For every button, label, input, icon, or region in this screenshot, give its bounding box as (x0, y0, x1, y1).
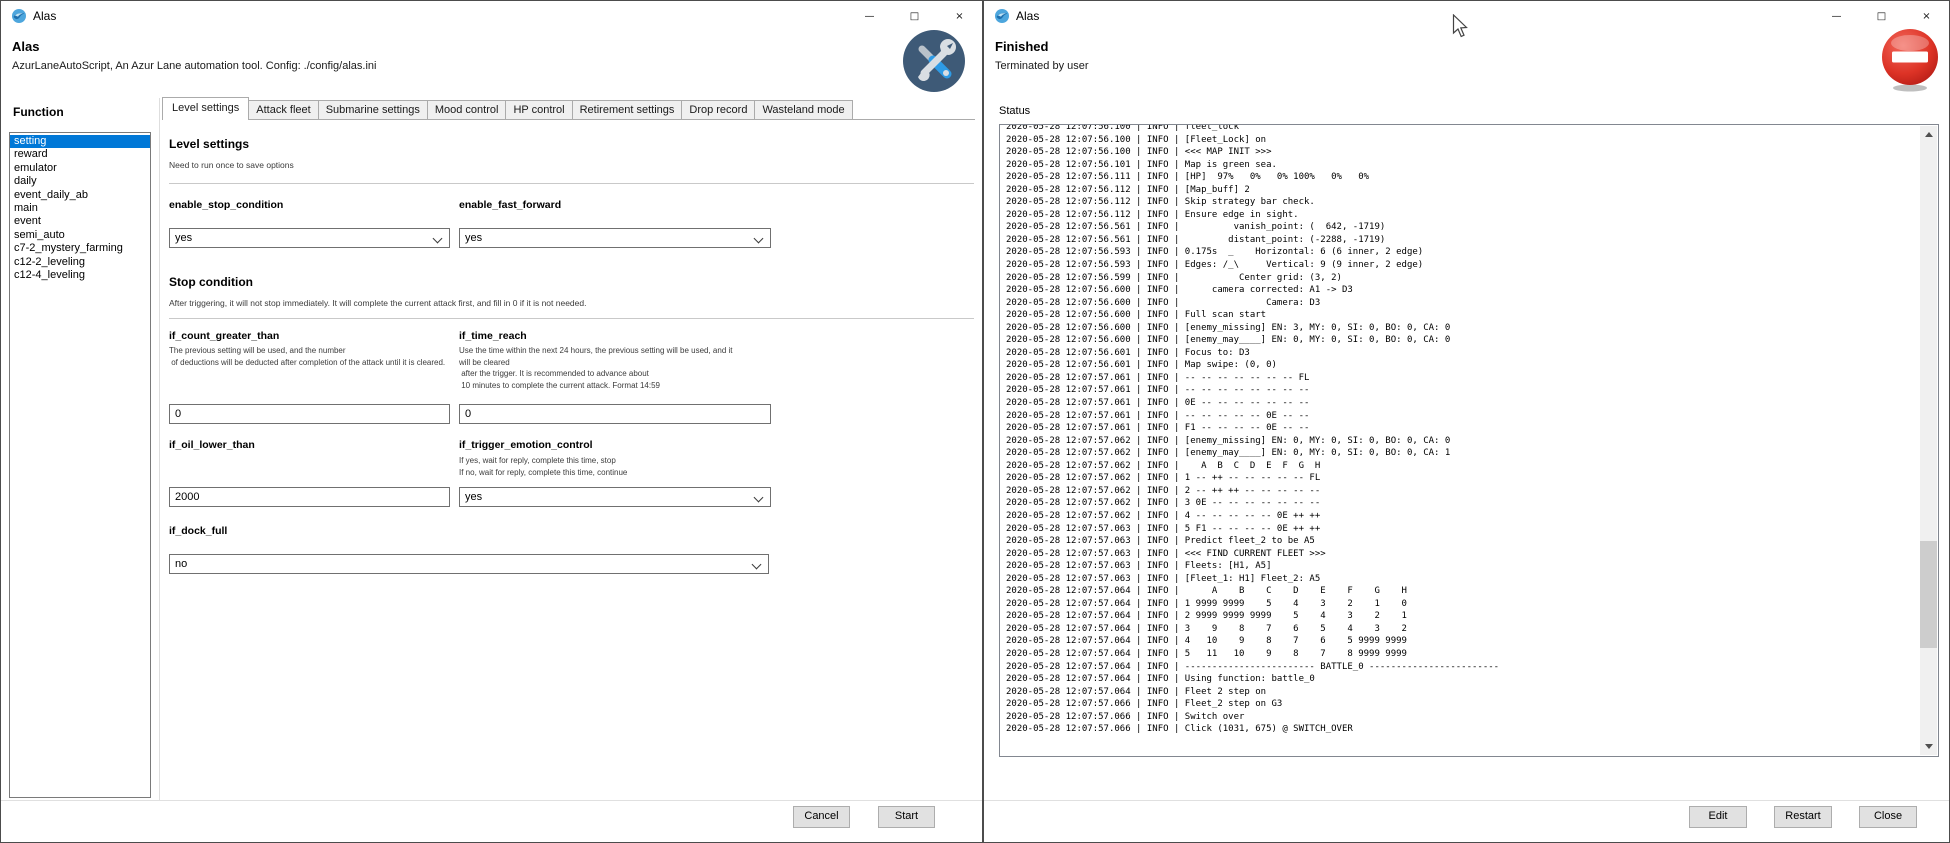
tools-icon (902, 29, 966, 93)
stop-condition-heading: Stop condition (169, 275, 253, 289)
sidebar-item-event[interactable]: event (10, 215, 150, 228)
if-count-greater-than-description: The previous setting will be used, and t… (169, 345, 445, 368)
triangle-up-icon (1925, 132, 1933, 137)
section-divider (169, 183, 974, 184)
tab-wasteland-mode[interactable]: Wasteland mode (754, 100, 852, 120)
chevron-down-icon (754, 493, 764, 503)
window-title: Alas (33, 9, 56, 23)
tab-mood-control[interactable]: Mood control (427, 100, 507, 120)
restart-button[interactable]: Restart (1774, 806, 1832, 828)
enable-fast-forward-value: yes (465, 232, 482, 244)
chevron-down-icon (754, 234, 764, 244)
tab-submarine-settings[interactable]: Submarine settings (318, 100, 428, 120)
tab-drop-record[interactable]: Drop record (681, 100, 755, 120)
edit-button[interactable]: Edit (1689, 806, 1747, 828)
field-label-enable-fast-forward: enable_fast_forward (459, 199, 561, 211)
log-output[interactable]: 2020-05-28 12:07:56.100 | INFO | fleet_l… (1000, 124, 1938, 736)
log-scrollbar[interactable] (1920, 126, 1937, 755)
window-title: Alas (1016, 9, 1039, 23)
status-title: Finished (995, 39, 1048, 54)
sidebar-item-c12-4-leveling[interactable]: c12-4_leveling (10, 269, 150, 282)
scrollbar-down-button[interactable] (1920, 738, 1937, 755)
field-label-if-count-greater-than: if_count_greater_than (169, 330, 279, 342)
sidebar-item-emulator[interactable]: emulator (10, 162, 150, 175)
scrollbar-thumb[interactable] (1920, 541, 1937, 648)
alas-app-icon (11, 8, 27, 24)
sidebar-item-event-daily-ab[interactable]: event_daily_ab (10, 189, 150, 202)
if-count-greater-than-input[interactable] (169, 404, 450, 424)
level-settings-description: Need to run once to save options (169, 160, 294, 171)
triangle-down-icon (1925, 744, 1933, 749)
sidebar-item-semi-auto[interactable]: semi_auto (10, 229, 150, 242)
if-dock-full-select[interactable]: no (169, 554, 769, 574)
sidebar-item-setting[interactable]: setting (10, 135, 150, 148)
page-subtitle: AzurLaneAutoScript, An Azur Lane automat… (12, 60, 376, 72)
stop-icon (1879, 27, 1941, 93)
field-label-if-time-reach: if_time_reach (459, 330, 527, 342)
left-window-controls: — □ × (847, 1, 982, 31)
left-titlebar[interactable]: Alas — □ × (1, 1, 982, 31)
status-label: Status (999, 105, 1030, 117)
if-trigger-emotion-control-value: yes (465, 491, 482, 503)
sidebar-item-c12-2-leveling[interactable]: c12-2_leveling (10, 256, 150, 269)
minimize-button[interactable]: — (847, 1, 892, 31)
enable-stop-condition-value: yes (175, 232, 192, 244)
sidebar-item-c7-2-mystery-farming[interactable]: c7-2_mystery_farming (10, 242, 150, 255)
cancel-button[interactable]: Cancel (793, 806, 850, 828)
section-divider (169, 318, 974, 319)
enable-fast-forward-select[interactable]: yes (459, 228, 771, 248)
close-footer-button[interactable]: Close (1859, 806, 1917, 828)
field-label-if-oil-lower-than: if_oil_lower_than (169, 439, 255, 451)
close-button[interactable]: × (937, 1, 982, 31)
sidebar-item-main[interactable]: main (10, 202, 150, 215)
field-label-if-trigger-emotion-control: if_trigger_emotion_control (459, 439, 593, 451)
tab-hp-control[interactable]: HP control (505, 100, 572, 120)
start-button[interactable]: Start (878, 806, 935, 828)
tab-retirement-settings[interactable]: Retirement settings (572, 100, 683, 120)
function-listbox[interactable]: setting reward emulator daily event_dail… (9, 132, 151, 798)
footer-divider (1, 800, 982, 801)
page-title: Alas (12, 39, 39, 54)
tab-level-settings[interactable]: Level settings (162, 97, 249, 120)
sidebar-item-reward[interactable]: reward (10, 148, 150, 161)
settings-tab-bar: Level settings Attack fleet Submarine se… (162, 97, 852, 120)
field-label-if-dock-full: if_dock_full (169, 525, 227, 537)
if-time-reach-input[interactable] (459, 404, 771, 424)
log-panel: 2020-05-28 12:07:56.100 | INFO | fleet_l… (999, 124, 1939, 757)
right-window: Alas — □ × Finished Terminated by user S… (983, 0, 1950, 843)
alas-app-icon (994, 8, 1010, 24)
sidebar-divider (159, 98, 160, 800)
sidebar-item-daily[interactable]: daily (10, 175, 150, 188)
level-settings-heading: Level settings (169, 137, 249, 151)
field-label-enable-stop-condition: enable_stop_condition (169, 199, 283, 211)
if-oil-lower-than-input[interactable] (169, 487, 450, 507)
left-window: Alas — □ × Alas AzurLaneAutoScript, An A… (0, 0, 983, 843)
if-time-reach-description: Use the time within the next 24 hours, t… (459, 345, 732, 391)
if-dock-full-value: no (175, 558, 187, 570)
right-titlebar[interactable]: Alas — □ × (984, 1, 1949, 31)
status-subtitle: Terminated by user (995, 60, 1089, 72)
minimize-button[interactable]: — (1814, 1, 1859, 31)
footer-divider (984, 800, 1949, 801)
scrollbar-up-button[interactable] (1920, 126, 1937, 143)
chevron-down-icon (433, 234, 443, 244)
tab-attack-fleet[interactable]: Attack fleet (248, 100, 318, 120)
if-trigger-emotion-control-description: If yes, wait for reply, complete this ti… (459, 455, 627, 478)
function-label: Function (13, 105, 64, 119)
stop-condition-description: After triggering, it will not stop immed… (169, 298, 586, 309)
maximize-button[interactable]: □ (892, 1, 937, 31)
if-trigger-emotion-control-select[interactable]: yes (459, 487, 771, 507)
enable-stop-condition-select[interactable]: yes (169, 228, 450, 248)
chevron-down-icon (752, 560, 762, 570)
